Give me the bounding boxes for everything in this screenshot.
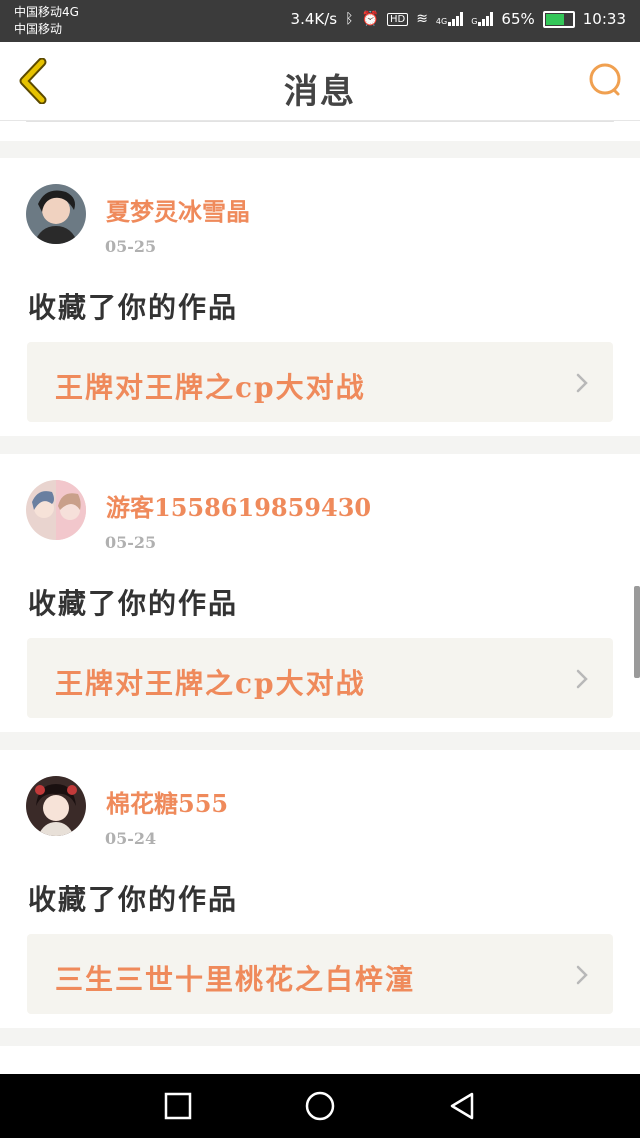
signal-bars-icon: [478, 12, 494, 26]
user-name[interactable]: 棉花糖555: [106, 784, 228, 819]
avatar[interactable]: [26, 480, 86, 540]
avatar[interactable]: [26, 184, 86, 244]
status-icons: 3.4K/s ᛒ ⏰ HD ≋ 4G G 65% 10:33: [291, 10, 626, 28]
action-text: 收藏了你的作品: [28, 291, 239, 324]
header-bar: 消息: [0, 42, 640, 121]
work-title: 王牌对王牌之cp大对战: [55, 371, 366, 404]
message-card[interactable]: 夏梦灵冰雪晶 05-25 收藏了你的作品 王牌对王牌之cp大对战: [0, 158, 640, 436]
square-icon[interactable]: [160, 1088, 196, 1124]
message-date: 05-25: [105, 533, 157, 552]
avatar[interactable]: [26, 776, 86, 836]
message-card[interactable]: 棉花糖555 05-24 收藏了你的作品 三生三世十里桃花之白梓潼: [0, 750, 640, 1028]
message-date: 05-24: [105, 829, 157, 848]
alarm-icon: ⏰: [361, 11, 379, 27]
page-title: 消息: [284, 72, 356, 112]
carrier-secondary: 中国移动: [14, 22, 63, 36]
carrier-info: 中国移动4G 中国移动: [14, 4, 79, 38]
chevron-right-icon: [576, 965, 588, 985]
system-nav-bar: [0, 1074, 640, 1138]
action-text: 收藏了你的作品: [28, 883, 239, 916]
user-name[interactable]: 夏梦灵冰雪晶: [106, 192, 250, 227]
chevron-right-icon: [576, 669, 588, 689]
scrollbar[interactable]: [634, 586, 640, 678]
message-card[interactable]: 游客1558619859430 05-25 收藏了你的作品 王牌对王牌之cp大对…: [0, 454, 640, 732]
circle-icon[interactable]: [302, 1088, 338, 1124]
work-link[interactable]: 王牌对王牌之cp大对战: [27, 638, 613, 718]
network-speed: 3.4K/s: [290, 10, 338, 28]
signal-g-label: G: [471, 17, 478, 26]
work-link[interactable]: 三生三世十里桃花之白梓潼: [27, 934, 613, 1014]
signal-4g: 4G: [435, 12, 464, 26]
clock: 10:33: [582, 10, 626, 28]
work-title: 三生三世十里桃花之白梓潼: [55, 963, 416, 996]
battery-icon: [542, 10, 575, 28]
signal-4g-label: 4G: [435, 17, 448, 26]
chevron-right-icon: [576, 373, 588, 393]
triangle-back-icon[interactable]: [444, 1088, 480, 1124]
bluetooth-icon: ᛒ: [345, 11, 354, 27]
work-title: 王牌对王牌之cp大对战: [55, 667, 366, 700]
user-name[interactable]: 游客1558619859430: [106, 488, 371, 523]
work-link[interactable]: 王牌对王牌之cp大对战: [27, 342, 613, 422]
battery-percent: 65%: [501, 10, 535, 28]
signal-g: G: [471, 12, 494, 26]
status-bar: 中国移动4G 中国移动 3.4K/s ᛒ ⏰ HD ≋ 4G G 65% 10:…: [0, 0, 640, 42]
message-date: 05-25: [105, 237, 157, 256]
search-icon[interactable]: [586, 60, 626, 100]
wifi-icon: ≋: [416, 11, 428, 27]
next-card-remnant: [0, 1046, 640, 1074]
signal-bars-icon: [448, 12, 464, 26]
hd-icon: HD: [386, 12, 409, 26]
carrier-primary: 中国移动4G: [14, 5, 79, 19]
previous-card-remnant: [0, 121, 640, 141]
action-text: 收藏了你的作品: [28, 587, 239, 620]
